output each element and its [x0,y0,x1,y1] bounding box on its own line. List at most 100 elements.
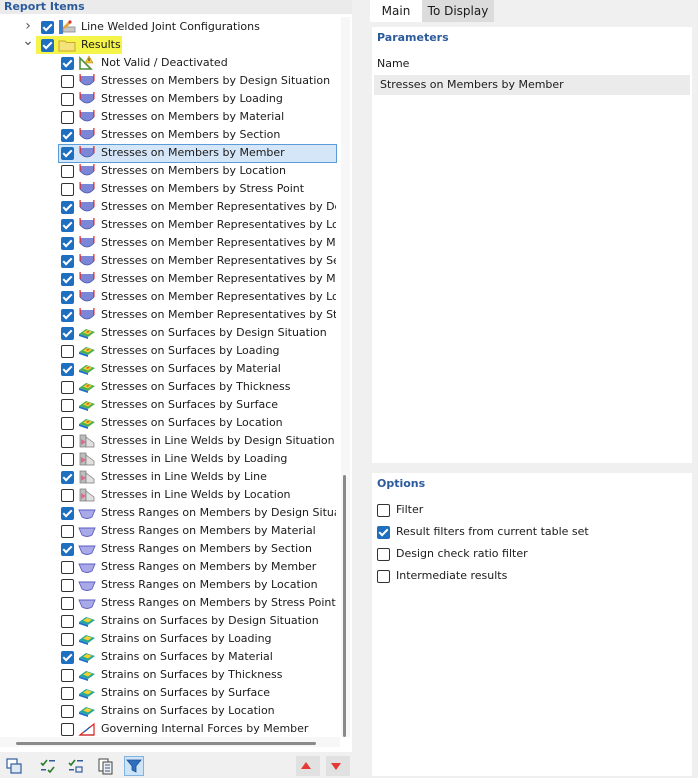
name-value-field[interactable]: Stresses on Members by Member [374,75,690,95]
tree-item[interactable]: Stress Ranges on Members by Member [0,558,340,576]
tree-item[interactable]: Stresses on Surfaces by Material [0,360,340,378]
tree-item[interactable]: ⌄ Results [0,34,340,54]
tree-item-checkbox[interactable] [61,201,74,214]
tree-item[interactable]: Stresses on Surfaces by Thickness [0,378,340,396]
tree-vertical-scrollbar[interactable] [341,17,350,737]
tree-item-checkbox[interactable] [61,399,74,412]
tree-item-checkbox[interactable] [61,219,74,232]
tab-main[interactable]: Main [370,0,422,22]
tree-item[interactable]: Strains on Surfaces by Location [0,702,340,720]
tree-item[interactable]: Stresses on Members by Location [0,162,340,180]
tree-item-checkbox[interactable] [61,615,74,628]
tree-item[interactable]: Stresses on Members by Section [0,126,340,144]
tree-item-checkbox[interactable] [61,129,74,142]
option-checkbox[interactable] [377,504,390,517]
tree-item[interactable]: Stresses on Member Representatives by Lo… [0,216,340,234]
tree-item[interactable]: Stress Ranges on Members by Material [0,522,340,540]
tree-item-checkbox[interactable] [61,345,74,358]
tree-item[interactable]: Stresses in Line Welds by Line [0,468,340,486]
tree-item[interactable]: Strains on Surfaces by Material [0,648,340,666]
tree-item-checkbox[interactable] [61,489,74,502]
move-down-button[interactable] [326,756,350,776]
tree-item-checkbox[interactable] [61,651,74,664]
tree-item-checkbox[interactable] [61,561,74,574]
tree-item[interactable]: Stress Ranges on Members by Design Situa… [0,504,340,522]
tree-item[interactable]: Strains on Surfaces by Design Situation [0,612,340,630]
tree-item-checkbox[interactable] [61,75,74,88]
tree-item[interactable]: Strains on Surfaces by Loading [0,630,340,648]
filter-button[interactable] [124,756,144,776]
tree-item-checkbox[interactable] [61,237,74,250]
tree-item[interactable]: Stresses in Line Welds by Location [0,486,340,504]
tree-item[interactable]: Strains on Surfaces by Surface [0,684,340,702]
tree-item-checkbox[interactable] [61,525,74,538]
uncheck-all-button[interactable] [66,756,86,776]
tree-item[interactable]: Stresses on Surfaces by Location [0,414,340,432]
tree-item-checkbox[interactable] [61,471,74,484]
tree-item-checkbox[interactable] [61,705,74,718]
tree-item-checkbox[interactable] [61,57,74,70]
tree-item[interactable]: Stress Ranges on Members by Stress Point [0,594,340,612]
tree-item-checkbox[interactable] [61,669,74,682]
tab-to-display[interactable]: To Display [422,0,494,22]
tree-item[interactable]: Stresses on Surfaces by Design Situation [0,324,340,342]
tree-item-checkbox[interactable] [61,381,74,394]
tree-item-checkbox[interactable] [61,507,74,520]
tree-item-checkbox[interactable] [61,687,74,700]
tree-item-checkbox[interactable] [61,633,74,646]
tree-item-checkbox[interactable] [61,273,74,286]
tree-item-checkbox[interactable] [61,255,74,268]
tree-item[interactable]: Stresses in Line Welds by Design Situati… [0,432,340,450]
copy-list-button[interactable] [95,756,115,776]
tree-item[interactable]: Stresses on Member Representatives by De… [0,198,340,216]
chevron-down-icon[interactable]: ⌄ [22,34,34,48]
tree-item-checkbox[interactable] [61,723,74,736]
tree-item[interactable]: Stresses on Member Representatives by Se… [0,252,340,270]
option-checkbox[interactable] [377,548,390,561]
tree-item-checkbox[interactable] [61,309,74,322]
tree-item-checkbox[interactable] [61,597,74,610]
tree-item[interactable]: Strains on Surfaces by Thickness [0,666,340,684]
tree-item-checkbox[interactable] [41,21,54,34]
tree-item-checkbox[interactable] [61,183,74,196]
tree-item-checkbox[interactable] [61,147,74,160]
tree-item-checkbox[interactable] [61,417,74,430]
tree-item-checkbox[interactable] [61,453,74,466]
windows-button[interactable] [4,756,24,776]
tree-item[interactable]: Stress Ranges on Members by Section [0,540,340,558]
tree-item-checkbox[interactable] [61,579,74,592]
check-all-button[interactable] [38,756,58,776]
tree-item[interactable]: Stresses on Members by Material [0,108,340,126]
tree-item-checkbox[interactable] [61,435,74,448]
tree-item-checkbox[interactable] [61,327,74,340]
tree-item[interactable]: Stresses in Line Welds by Loading [0,450,340,468]
tree-item[interactable]: Stresses on Members by Member [0,144,340,163]
tree-item[interactable]: › Line Welded Joint Configurations [0,18,340,36]
tree-item[interactable]: Stresses on Surfaces by Loading [0,342,340,360]
tree-item-checkbox[interactable] [61,93,74,106]
tree-item-checkbox[interactable] [61,111,74,124]
tree-vertical-scroll-thumb[interactable] [343,475,346,737]
tree-item-checkbox[interactable] [41,39,54,52]
tree-item-checkbox[interactable] [61,363,74,376]
tree-item[interactable]: Stresses on Members by Loading [0,90,340,108]
tree-item-checkbox[interactable] [61,291,74,304]
tree-item[interactable]: Stresses on Member Representatives by Lo… [0,288,340,306]
tree-item[interactable]: Stresses on Members by Stress Point [0,180,340,198]
option-checkbox[interactable] [377,526,390,539]
tree-item[interactable]: Stress Ranges on Members by Location [0,576,340,594]
tree-horizontal-scroll-thumb[interactable] [16,742,316,745]
chevron-right-icon[interactable]: › [22,19,34,33]
tree-item[interactable]: Governing Internal Forces by Member [0,720,340,737]
tree-item[interactable]: Stresses on Surfaces by Surface [0,396,340,414]
move-up-button[interactable] [296,756,320,776]
tree-item-checkbox[interactable] [61,165,74,178]
tree-item[interactable]: Stresses on Member Representatives by Me… [0,270,340,288]
tree-item[interactable]: Stresses on Members by Design Situation [0,72,340,90]
tree-item-checkbox[interactable] [61,543,74,556]
tree-item[interactable]: Stresses on Member Representatives by Ma… [0,234,340,252]
option-checkbox[interactable] [377,570,390,583]
tree-item[interactable]: Not Valid / Deactivated [0,54,340,72]
tree-item[interactable]: Stresses on Member Representatives by St… [0,306,340,324]
tree-horizontal-scrollbar[interactable] [0,737,340,747]
